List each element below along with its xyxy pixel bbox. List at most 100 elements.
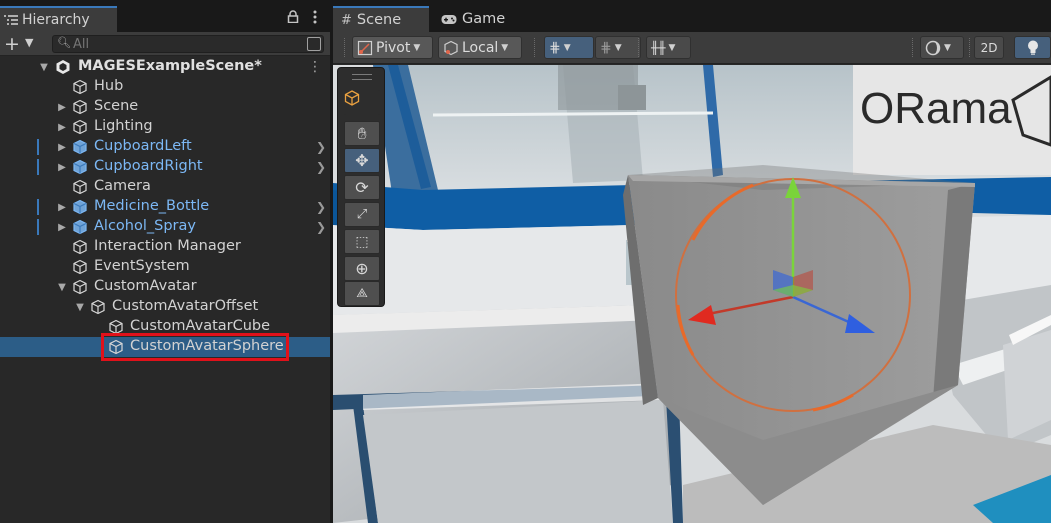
hierarchy-item[interactable]: ▶ Alcohol_Spray ❯ <box>0 217 330 237</box>
hierarchy-item[interactable]: Hub <box>0 77 330 97</box>
scene-menu-kebab-icon[interactable]: ⋮ <box>308 59 322 75</box>
toolbar-separator <box>534 38 536 57</box>
open-prefab-arrow-icon[interactable]: ❯ <box>316 140 326 154</box>
open-prefab-arrow-icon[interactable]: ❯ <box>316 220 326 234</box>
tab-game[interactable]: Game <box>433 6 523 32</box>
scene-tab-bar: # Scene Game <box>333 0 1051 32</box>
move-arrows-icon: ✥ <box>355 151 369 170</box>
foldout-expanded-icon[interactable]: ▼ <box>38 62 50 73</box>
hierarchy-panel: Hierarchy + ▼ 🔍︎ ▼ MAGESExampleScene* ⋮ <box>0 0 330 523</box>
hierarchy-item-label: Scene <box>94 98 139 114</box>
toolbar-separator <box>969 38 971 57</box>
rotate-tool-button[interactable]: ⟳ <box>344 175 380 200</box>
hierarchy-item[interactable]: EventSystem <box>0 257 330 277</box>
rotate-icon: ⟳ <box>355 178 369 197</box>
hierarchy-item[interactable]: CustomAvatarCube <box>0 317 330 337</box>
local-dropdown[interactable]: Local ▼ <box>438 36 522 59</box>
palette-drag-handle[interactable] <box>352 74 372 80</box>
hierarchy-item[interactable]: ▶ CupboardLeft ❯ <box>0 137 330 157</box>
chevron-down-icon[interactable]: ▼ <box>25 36 33 49</box>
search-icon: 🔍︎ <box>57 36 71 49</box>
toolbar-separator <box>638 38 640 57</box>
scene-root-row[interactable]: ▼ MAGESExampleScene* ⋮ <box>0 57 330 77</box>
foldout-collapsed-icon[interactable]: ▶ <box>56 162 68 173</box>
grid-visibility-icon: ⋕ <box>549 39 561 56</box>
local-space-icon <box>444 40 458 55</box>
custom-tool-button[interactable]: ⟁ <box>344 281 380 306</box>
transform-tool-button[interactable]: ⊕ <box>344 256 380 281</box>
hierarchy-item[interactable]: CustomAvatarSphere <box>0 337 330 357</box>
local-label: Local <box>462 39 499 56</box>
foldout-collapsed-icon[interactable]: ▶ <box>56 142 68 153</box>
prefab-cube-icon <box>73 199 87 215</box>
pivot-dropdown[interactable]: Pivot ▼ <box>352 36 433 59</box>
hierarchy-item[interactable]: ▶ Medicine_Bottle ❯ <box>0 197 330 217</box>
kebab-icon[interactable] <box>313 10 317 24</box>
hierarchy-item-label: CupboardLeft <box>94 138 192 154</box>
hierarchy-item-label: Medicine_Bottle <box>94 198 210 214</box>
hierarchy-tab-bar: Hierarchy <box>0 0 330 32</box>
add-object-button[interactable]: + <box>4 33 20 55</box>
tab-game-label: Game <box>462 11 506 27</box>
chevron-down-icon: ▼ <box>944 42 951 53</box>
foldout-collapsed-icon[interactable]: ▶ <box>56 202 68 213</box>
grid-snap-toggle[interactable]: ⋕ ▼ <box>544 36 594 59</box>
increment-snap-toggle[interactable]: ⋕ ▼ <box>595 36 641 59</box>
foldout-collapsed-icon[interactable]: ▶ <box>56 122 68 133</box>
shading-mode-dropdown[interactable]: ▼ <box>920 36 964 59</box>
lock-icon[interactable] <box>287 10 299 23</box>
scale-tool-button[interactable]: ⤢ <box>344 202 380 227</box>
gameobject-cube-icon <box>109 319 123 335</box>
chevron-down-icon: ▼ <box>614 42 622 53</box>
search-options-icon[interactable] <box>307 37 321 51</box>
scene-viewport[interactable]: ORama ✋︎ ✥ ⟳ ⤢ ⬚ ⊕ ⟁ <box>333 65 1051 523</box>
tab-scene-label: Scene <box>356 12 402 28</box>
open-prefab-arrow-icon[interactable]: ❯ <box>316 200 326 214</box>
hierarchy-item-label: CustomAvatarOffset <box>112 298 259 314</box>
chevron-down-icon: ▼ <box>668 42 676 53</box>
gameobject-cube-icon <box>73 99 87 115</box>
toolbar-grip <box>344 38 346 57</box>
lighting-toggle[interactable] <box>1014 36 1051 59</box>
gamepad-icon <box>441 14 457 24</box>
hierarchy-item[interactable]: ▶ Lighting <box>0 117 330 137</box>
mode-2d-label: 2D <box>980 40 998 55</box>
hierarchy-item[interactable]: ▼ CustomAvatarOffset <box>0 297 330 317</box>
view-object-cube-icon[interactable] <box>344 90 380 115</box>
hierarchy-item[interactable]: Interaction Manager <box>0 237 330 257</box>
prefab-override-marker <box>37 199 39 215</box>
toolbar-separator <box>912 38 914 57</box>
mode-2d-toggle[interactable]: 2D <box>974 36 1004 59</box>
hierarchy-item-label: CustomAvatarSphere <box>130 338 284 354</box>
foldout-expanded-icon[interactable]: ▼ <box>56 282 68 293</box>
hierarchy-item[interactable]: ▶ Scene <box>0 97 330 117</box>
hierarchy-item-label: EventSystem <box>94 258 190 274</box>
hierarchy-item-label: Camera <box>94 178 151 194</box>
open-prefab-arrow-icon[interactable]: ❯ <box>316 160 326 174</box>
hand-tool-button[interactable]: ✋︎ <box>344 121 380 146</box>
rect-tool-button[interactable]: ⬚ <box>344 229 380 254</box>
gameobject-cube-icon <box>73 279 87 295</box>
ruler-snap-toggle[interactable]: ╫╫ ▼ <box>646 36 691 59</box>
hierarchy-item-label: Lighting <box>94 118 153 134</box>
scale-icon: ⤢ <box>356 207 368 222</box>
gameobject-cube-icon <box>73 79 87 95</box>
tab-hierarchy[interactable]: Hierarchy <box>0 6 117 32</box>
foldout-collapsed-icon[interactable]: ▶ <box>56 222 68 233</box>
hierarchy-item-label: CupboardRight <box>94 158 203 174</box>
search-input[interactable] <box>73 36 293 52</box>
hierarchy-item[interactable]: ▼ CustomAvatar <box>0 277 330 297</box>
search-field[interactable]: 🔍︎ <box>52 35 324 53</box>
chevron-down-icon: ▼ <box>563 42 571 53</box>
hierarchy-item[interactable]: Camera <box>0 177 330 197</box>
ruler-icon: ╫╫ <box>651 40 666 55</box>
prefab-override-marker <box>37 159 39 175</box>
foldout-expanded-icon[interactable]: ▼ <box>74 302 86 313</box>
transform-tool-palette: ✋︎ ✥ ⟳ ⤢ ⬚ ⊕ ⟁ <box>337 67 385 307</box>
foldout-collapsed-icon[interactable]: ▶ <box>56 102 68 113</box>
shading-sphere-icon <box>925 40 941 55</box>
prefab-override-marker <box>37 139 39 155</box>
hierarchy-item[interactable]: ▶ CupboardRight ❯ <box>0 157 330 177</box>
tab-scene[interactable]: # Scene <box>333 6 429 32</box>
move-tool-button[interactable]: ✥ <box>344 148 380 173</box>
